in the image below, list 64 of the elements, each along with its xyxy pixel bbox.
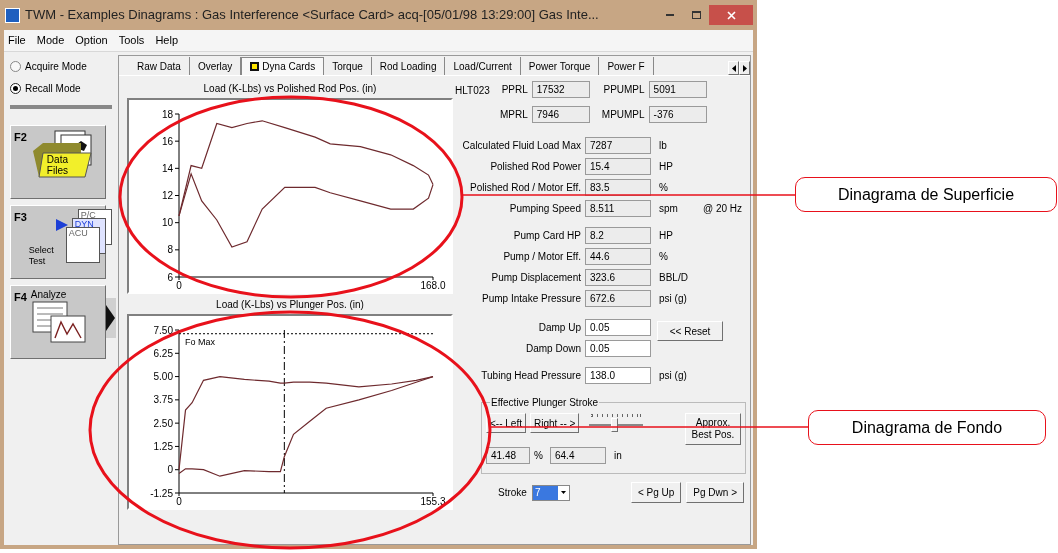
button-label: Select <box>28 245 54 256</box>
field-label: Damp Up <box>537 321 581 335</box>
unit-label: psi (g) <box>659 369 687 383</box>
tick-label: 168.0 <box>420 280 446 291</box>
unit-label: in <box>614 449 622 463</box>
tick-label: 0 <box>176 280 182 291</box>
field-label: Damp Down <box>524 342 581 356</box>
field-label: Pump Intake Pressure <box>481 292 581 306</box>
unit-label: % <box>659 181 669 195</box>
group-title: Effective Plunger Stroke <box>490 395 600 410</box>
button-label: Files <box>46 165 68 176</box>
field-label: Pumping Speed <box>508 202 581 216</box>
field-label: MPUMPL <box>601 108 645 122</box>
unit-label: HP <box>659 160 674 174</box>
field-label: Pump Displacement <box>490 271 581 285</box>
tick-label: 3.75 <box>153 394 173 406</box>
key-label: F2 <box>14 130 27 145</box>
key-label: F4 <box>14 290 27 305</box>
field-label: Tubing Head Pressure <box>480 369 581 383</box>
tick-label: 16 <box>161 135 173 147</box>
tick-label: 6.25 <box>153 347 173 359</box>
chart-title: Load (K-Lbs) vs Polished Rod Pos. (in) <box>203 82 377 96</box>
callout-label: Dinagrama de Fondo <box>808 410 1046 445</box>
tick-label: 155.3 <box>420 496 446 507</box>
unit-label: % <box>534 449 544 463</box>
unit-label: BBL/D <box>659 271 689 285</box>
tick-label: 0 <box>176 496 182 507</box>
document-sheet: ACU <box>65 227 100 263</box>
callout-label: Dinagrama de Superficie <box>795 177 1057 212</box>
button-label: Analyze <box>30 289 68 300</box>
unit-label: spm <box>659 202 679 216</box>
button-label: Test <box>28 256 47 267</box>
field-label: Stroke <box>498 486 527 500</box>
unit-label: psi (g) <box>659 292 688 306</box>
tick-label: 6 <box>167 271 173 283</box>
window-title: TWM - Examples Dinagrams : Gas Interference <Surface Card> acq-[05/01/98 13:29:00] Gas Inte... <box>25 6 600 25</box>
tick-label: 0 <box>167 464 173 476</box>
tick-label: 5.00 <box>153 371 173 383</box>
key-label: F3 <box>14 210 27 225</box>
field-label: MPRL <box>500 108 528 122</box>
field-label: Calculated Fluid Load Max <box>461 139 581 153</box>
tick-label: 10 <box>161 217 173 229</box>
tick-label: 14 <box>161 162 173 174</box>
annotation-label: Fo Max <box>185 336 215 347</box>
frequency-label: @ 20 Hz <box>703 202 743 216</box>
tick-label: 8 <box>167 244 173 256</box>
tick-label: 18 <box>161 108 173 120</box>
unit-label: HP <box>659 229 674 243</box>
unit-label: % <box>659 250 669 264</box>
field-label: PPUMPL <box>602 83 645 97</box>
unit-label: lb <box>659 139 668 153</box>
chart-title: Load (K-Lbs) vs Plunger Pos. (in) <box>216 298 364 312</box>
tick-label: 7.50 <box>153 324 173 336</box>
field-label: Pump / Motor Eff. <box>502 250 581 264</box>
field-label: Polished Rod / Motor Eff. <box>469 181 581 195</box>
field-label: Pump Card HP <box>512 229 581 243</box>
tick-label: 1.25 <box>153 440 173 452</box>
well-id: HLT023 <box>455 84 491 98</box>
tick-label: 2.50 <box>153 417 173 429</box>
button-label: Data <box>46 154 68 165</box>
tick-label: 12 <box>161 190 173 201</box>
field-label: Polished Rod Power <box>489 160 581 174</box>
tick-label: -1.25 <box>150 487 173 499</box>
field-label: PPRL <box>500 83 528 97</box>
